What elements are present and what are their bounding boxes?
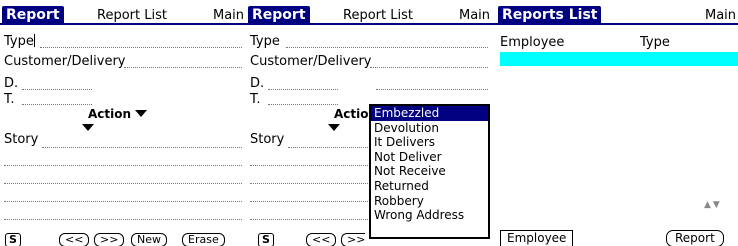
customer-delivery-label: Customer/Delivery (4, 54, 126, 69)
story-line-1[interactable] (288, 147, 368, 148)
type-field[interactable] (40, 47, 242, 48)
form-title-tab[interactable]: Report (248, 6, 310, 24)
form-title-tab[interactable]: Report (2, 6, 64, 24)
story-line-5[interactable] (4, 219, 242, 220)
menu-main[interactable]: Main (459, 8, 490, 23)
date-label: D. (4, 76, 19, 91)
new-button[interactable]: New (131, 233, 167, 246)
option-it-delivers[interactable]: It Delivers (371, 135, 488, 150)
report-button[interactable]: Report (666, 230, 724, 246)
menu-report-list[interactable]: Report List (97, 8, 167, 23)
option-devolution[interactable]: Devolution (371, 121, 488, 136)
reports-list-screen: Reports List Main Employee Type Employee… (492, 0, 738, 246)
menu-main[interactable]: Main (213, 8, 244, 23)
date-field[interactable] (22, 89, 92, 90)
column-header-type[interactable]: Type (640, 35, 670, 50)
title-rule (492, 23, 738, 25)
menu-main[interactable]: Main (705, 8, 736, 23)
time-label: T. (250, 92, 261, 107)
type-label: Type (250, 34, 280, 49)
story-picker-arrow-icon[interactable] (82, 124, 94, 131)
previous-button[interactable]: << (59, 233, 90, 246)
action-picker[interactable]: Actio (334, 107, 369, 121)
option-robbery[interactable]: Robbery (371, 194, 488, 209)
action-dropdown-list[interactable]: Embezzled Devolution It Delivers Not Del… (369, 104, 490, 239)
story-line-4[interactable] (250, 201, 368, 202)
type-field[interactable] (286, 47, 488, 48)
text-cursor (33, 34, 35, 47)
title-bar: Report Report List Main (246, 0, 492, 25)
time-label: T. (4, 92, 15, 107)
report-form-screen: Report Report List Main Type Customer/De… (0, 0, 246, 246)
title-rule (246, 23, 492, 25)
story-line-3[interactable] (250, 183, 368, 184)
date-label: D. (250, 76, 265, 91)
option-not-receive[interactable]: Not Receive (371, 164, 488, 179)
story-label: Story (250, 132, 285, 147)
option-wrong-address[interactable]: Wrong Address (371, 208, 488, 223)
menu-report-list[interactable]: Report List (343, 8, 413, 23)
title-rule (0, 23, 246, 25)
selected-list-row[interactable] (500, 52, 738, 66)
date-field[interactable] (268, 89, 338, 90)
list-title-tab[interactable]: Reports List (498, 6, 602, 24)
dropdown-arrow-icon (135, 110, 148, 117)
story-label: Story (4, 132, 39, 147)
next-button[interactable]: >> (94, 233, 125, 246)
s-button[interactable]: S (258, 233, 274, 246)
scroll-arrows-icon[interactable]: ▲▼ (704, 200, 722, 210)
action-picker[interactable]: Action (88, 107, 148, 121)
option-not-deliver[interactable]: Not Deliver (371, 150, 488, 165)
option-embezzled[interactable]: Embezzled (371, 106, 488, 121)
s-button[interactable]: S (5, 233, 21, 246)
customer-delivery-field[interactable] (370, 67, 488, 68)
story-line-4[interactable] (4, 201, 242, 202)
customer-delivery-field[interactable] (124, 67, 242, 68)
time-field[interactable] (22, 104, 92, 105)
time-field[interactable] (268, 104, 338, 105)
previous-button[interactable]: << (306, 233, 337, 246)
story-line-1[interactable] (42, 147, 242, 148)
customer-delivery-label: Customer/Delivery (250, 54, 372, 69)
story-line-3[interactable] (4, 183, 242, 184)
title-bar: Reports List Main (492, 0, 738, 25)
employee-button[interactable]: Employee (500, 230, 574, 246)
column-header-employee[interactable]: Employee (500, 35, 564, 50)
story-line-2[interactable] (4, 165, 242, 166)
date-field-2[interactable] (376, 89, 488, 90)
story-line-2[interactable] (250, 165, 368, 166)
option-returned[interactable]: Returned (371, 179, 488, 194)
erase-button[interactable]: Erase (182, 233, 225, 246)
type-label: Type (4, 34, 35, 49)
story-picker-arrow-icon[interactable] (328, 124, 340, 131)
next-button[interactable]: >> (341, 233, 366, 246)
title-bar: Report Report List Main (0, 0, 246, 25)
story-line-5[interactable] (250, 219, 368, 220)
